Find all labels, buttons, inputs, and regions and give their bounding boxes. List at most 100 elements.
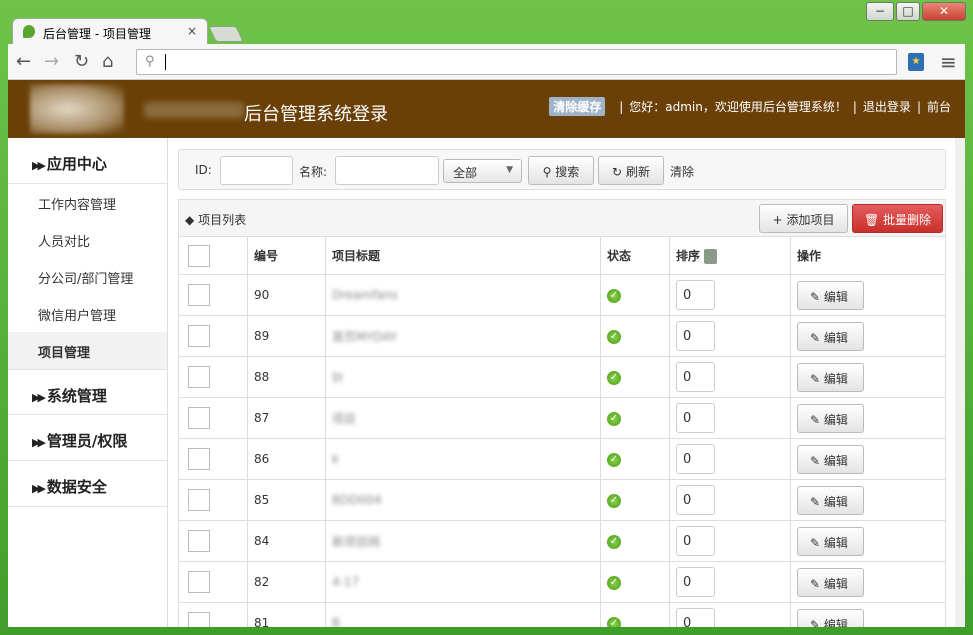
- batch-delete-button[interactable]: 🗑 批量删除: [852, 204, 943, 233]
- browser-window: 后台管理 - 项目管理 × − □ ✕ ← → ↻ ⌂ ⚲ ★ ≡ 后台管理系统…: [0, 0, 973, 635]
- check-circle-icon: ✓: [607, 371, 621, 385]
- menu-icon[interactable]: ≡: [940, 52, 957, 72]
- refresh-button[interactable]: ↻ 刷新: [598, 156, 664, 185]
- logout-link[interactable]: 退出登录: [863, 100, 911, 114]
- clear-link[interactable]: 清除: [670, 163, 694, 180]
- bookmark-star-icon[interactable]: ★: [908, 53, 924, 71]
- table-row: 86 k ✓ 0 ✎ 编辑: [178, 438, 946, 480]
- plus-icon: +: [772, 213, 783, 227]
- row-status-cell: ✓: [600, 274, 670, 316]
- sort-input[interactable]: 0: [676, 567, 715, 597]
- list-title: ◆ 项目列表: [185, 211, 246, 228]
- sidebar-item-staff-compare[interactable]: 人员对比: [8, 221, 167, 258]
- sidebar-group-system[interactable]: ▶▶ 系统管理: [8, 369, 167, 415]
- sort-input[interactable]: 0: [676, 321, 715, 351]
- sidebar-group-data-security[interactable]: ▶▶ 数据安全: [8, 461, 167, 507]
- sidebar-group-admins[interactable]: ▶▶ 管理员/权限: [8, 415, 167, 461]
- row-title-cell: Dreamfans: [325, 274, 601, 316]
- tab-strip: 后台管理 - 项目管理 × − □ ✕: [0, 0, 973, 44]
- search-icon: ⚲: [542, 165, 552, 179]
- address-bar[interactable]: ⚲: [136, 49, 897, 75]
- sort-input[interactable]: 0: [676, 444, 715, 474]
- status-select[interactable]: 全部 ▼: [443, 159, 522, 183]
- group-label: 管理员/权限: [46, 432, 128, 450]
- row-id: 81: [247, 602, 326, 627]
- reload-icon[interactable]: ↻: [74, 52, 89, 72]
- row-title: 项目: [332, 411, 357, 426]
- edit-button[interactable]: ✎ 编辑: [797, 444, 864, 474]
- sort-input[interactable]: 0: [676, 362, 715, 392]
- sidebar-item-wechat-users[interactable]: 微信用户管理: [8, 295, 167, 332]
- forward-icon[interactable]: →: [44, 52, 59, 72]
- id-input[interactable]: [220, 156, 293, 185]
- row-title-cell: k: [325, 438, 601, 480]
- edit-button[interactable]: ✎ 编辑: [797, 321, 864, 351]
- header-links: 清除缓存 | 您好：admin，欢迎使用后台管理系统！ | 退出登录 | 前台: [549, 97, 951, 116]
- row-select-cell: [178, 561, 248, 603]
- sidebar-group-app-center[interactable]: ▶▶ 应用中心: [8, 138, 167, 184]
- select-all-checkbox[interactable]: [188, 244, 210, 267]
- sidebar-item-projects[interactable]: 项目管理: [8, 332, 167, 369]
- double-arrow-icon: ▶▶: [32, 436, 46, 449]
- back-icon[interactable]: ←: [16, 52, 31, 72]
- edit-icon: ✎: [810, 371, 821, 386]
- table-row: 88 针 ✓ 0 ✎ 编辑: [178, 356, 946, 398]
- check-circle-icon: ✓: [607, 617, 621, 627]
- edit-label: 编辑: [823, 494, 848, 509]
- edit-button[interactable]: ✎ 编辑: [797, 403, 864, 433]
- save-sort-icon[interactable]: [704, 249, 718, 264]
- name-input[interactable]: [335, 156, 439, 185]
- row-action-cell: ✎ 编辑: [790, 561, 946, 603]
- row-title-cell: BDD004: [325, 479, 601, 521]
- edit-label: 编辑: [823, 617, 848, 628]
- clear-cache-button[interactable]: 清除缓存: [549, 97, 606, 116]
- maximize-button[interactable]: □: [896, 2, 920, 21]
- row-checkbox[interactable]: [188, 284, 210, 306]
- row-status-cell: ✓: [600, 356, 670, 398]
- minimize-button[interactable]: −: [866, 2, 894, 21]
- row-checkbox[interactable]: [188, 489, 210, 511]
- edit-button[interactable]: ✎ 编辑: [797, 526, 864, 556]
- edit-button[interactable]: ✎ 编辑: [797, 485, 864, 515]
- edit-button[interactable]: ✎ 编辑: [797, 280, 864, 310]
- table-row: 82 4-17 ✓ 0 ✎ 编辑: [178, 561, 946, 603]
- edit-button[interactable]: ✎ 编辑: [797, 608, 864, 628]
- edit-icon: ✎: [810, 453, 821, 468]
- home-icon[interactable]: ⌂: [102, 52, 113, 72]
- chevron-down-icon: ▼: [506, 165, 513, 175]
- sort-input[interactable]: 0: [676, 403, 715, 433]
- row-checkbox[interactable]: [188, 325, 210, 347]
- check-circle-icon: ✓: [607, 535, 621, 549]
- row-title-cell: 4-17: [325, 561, 601, 603]
- row-checkbox[interactable]: [188, 448, 210, 470]
- add-project-button[interactable]: + 添加项目: [759, 204, 848, 233]
- edit-button[interactable]: ✎ 编辑: [797, 567, 864, 597]
- sidebar-item-work-content[interactable]: 工作内容管理: [8, 184, 167, 221]
- close-window-button[interactable]: ✕: [922, 2, 966, 21]
- row-sort-cell: 0: [669, 356, 791, 398]
- row-checkbox[interactable]: [188, 407, 210, 429]
- search-button[interactable]: ⚲ 搜索: [528, 156, 594, 185]
- new-tab-button[interactable]: [208, 26, 244, 42]
- sidebar-item-branches[interactable]: 分公司/部门管理: [8, 258, 167, 295]
- sort-input[interactable]: 0: [676, 526, 715, 556]
- browser-tab[interactable]: 后台管理 - 项目管理 ×: [12, 18, 208, 44]
- edit-button[interactable]: ✎ 编辑: [797, 362, 864, 392]
- frontend-link[interactable]: 前台: [927, 100, 951, 114]
- row-checkbox[interactable]: [188, 366, 210, 388]
- row-checkbox[interactable]: [188, 530, 210, 552]
- row-checkbox[interactable]: [188, 612, 210, 627]
- col-actions: 操作: [790, 236, 946, 275]
- sort-input[interactable]: 0: [676, 280, 715, 310]
- sort-input[interactable]: 0: [676, 485, 715, 515]
- search-label: 搜索: [555, 165, 580, 179]
- page-scrollbar[interactable]: [955, 138, 965, 627]
- col-sort-label: 排序: [676, 249, 701, 263]
- tab-close-icon[interactable]: ×: [187, 24, 197, 38]
- sort-input[interactable]: 0: [676, 608, 715, 627]
- id-label: ID:: [195, 163, 212, 177]
- row-title: BDD004: [332, 493, 382, 507]
- row-checkbox[interactable]: [188, 571, 210, 593]
- row-id: 85: [247, 479, 326, 521]
- row-select-cell: [178, 274, 248, 316]
